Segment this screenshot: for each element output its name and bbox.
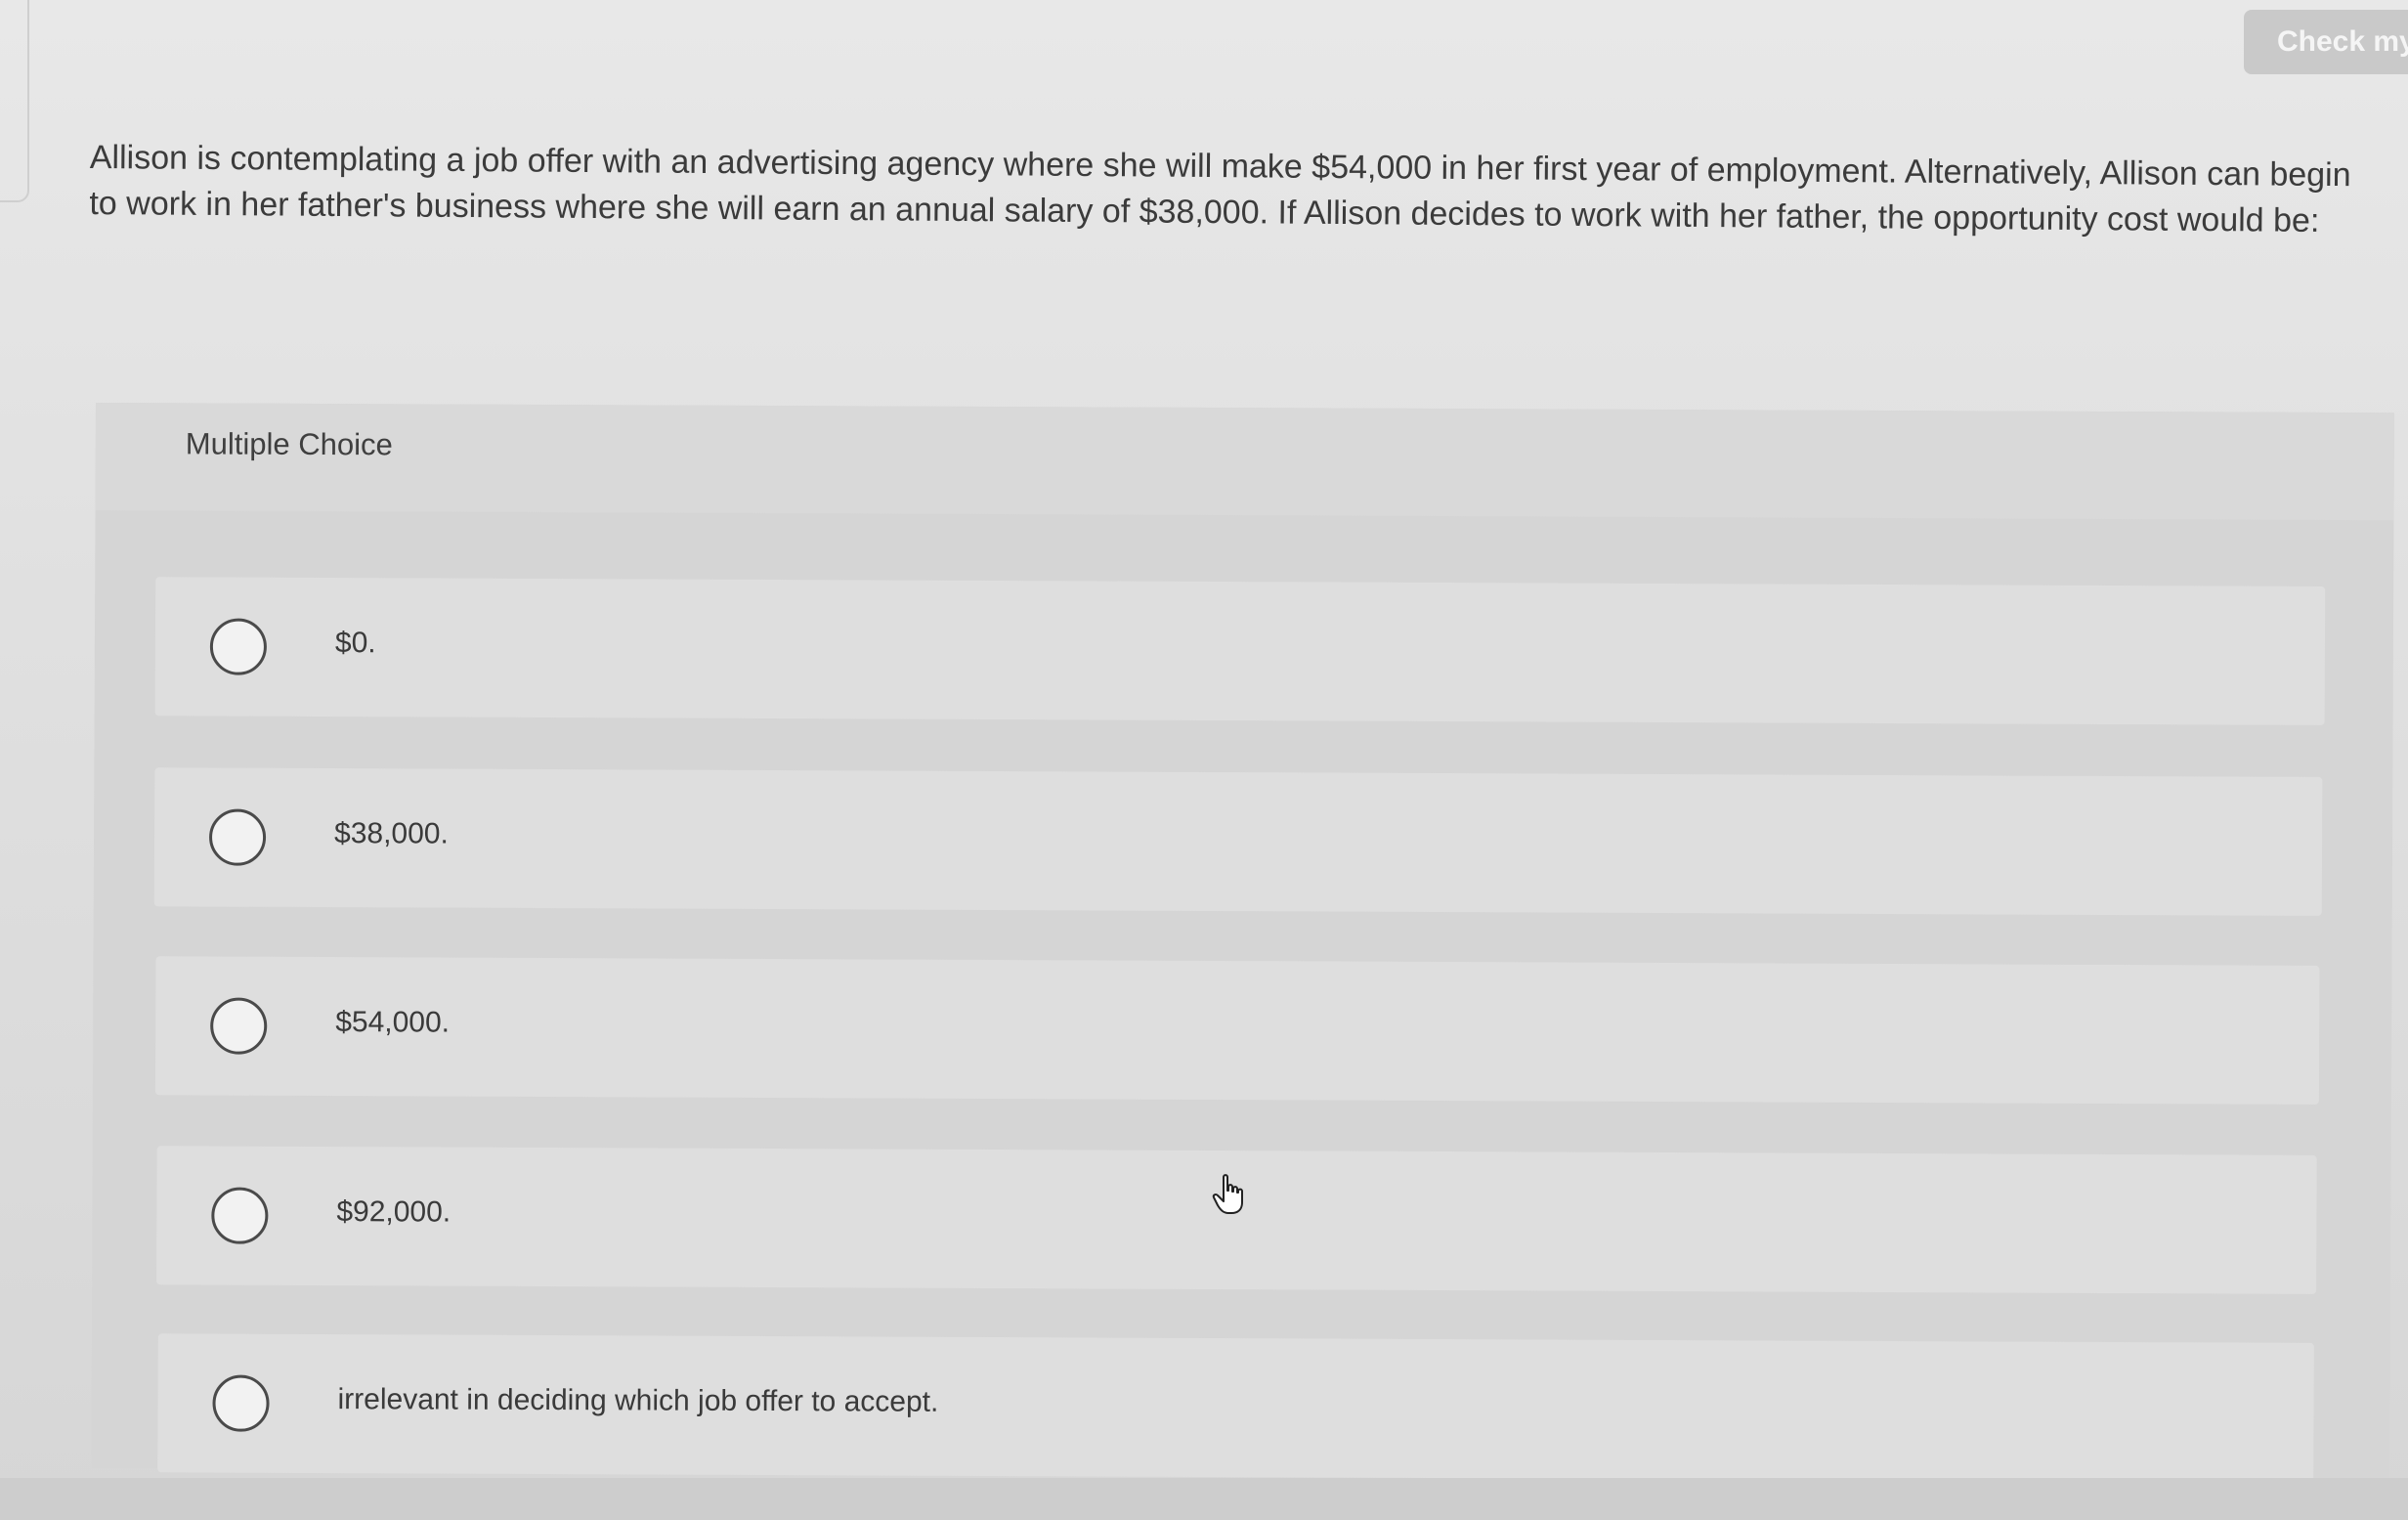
answer-option-3[interactable]: $54,000. bbox=[154, 956, 2320, 1105]
answer-option-label: $38,000. bbox=[334, 817, 449, 850]
radio-circle-icon[interactable] bbox=[210, 997, 268, 1055]
multiple-choice-header: Multiple Choice bbox=[95, 403, 2394, 521]
answer-option-label: $92,000. bbox=[336, 1195, 452, 1229]
answer-option-label: irrelevant in deciding which job offer t… bbox=[337, 1383, 939, 1418]
hand-pointer-icon bbox=[1212, 1174, 1243, 1214]
answer-option-label: $54,000. bbox=[335, 1006, 451, 1039]
radio-circle-icon[interactable] bbox=[209, 618, 268, 675]
check-my-work-button[interactable]: Check my bbox=[2244, 10, 2408, 74]
answer-option-5[interactable]: irrelevant in deciding which job offer t… bbox=[157, 1333, 2314, 1482]
radio-circle-icon[interactable] bbox=[212, 1374, 270, 1432]
page: Check my Allison is contemplating a job … bbox=[0, 0, 2408, 1520]
answer-option-2[interactable]: $38,000. bbox=[153, 767, 2323, 916]
multiple-choice-panel: Multiple Choice $0. $38,000. $54,000. $9… bbox=[91, 403, 2394, 1482]
answer-option-label: $0. bbox=[334, 627, 376, 660]
radio-circle-icon[interactable] bbox=[208, 808, 267, 866]
multiple-choice-title: Multiple Choice bbox=[185, 426, 393, 462]
answer-option-4[interactable]: $92,000. bbox=[156, 1146, 2317, 1294]
question-text: Allison is contemplating a job offer wit… bbox=[89, 138, 2351, 239]
bottom-strip bbox=[0, 1478, 2408, 1520]
radio-circle-icon[interactable] bbox=[211, 1187, 269, 1244]
answer-option-1[interactable]: $0. bbox=[154, 577, 2326, 725]
left-panel-edge bbox=[0, 0, 29, 202]
